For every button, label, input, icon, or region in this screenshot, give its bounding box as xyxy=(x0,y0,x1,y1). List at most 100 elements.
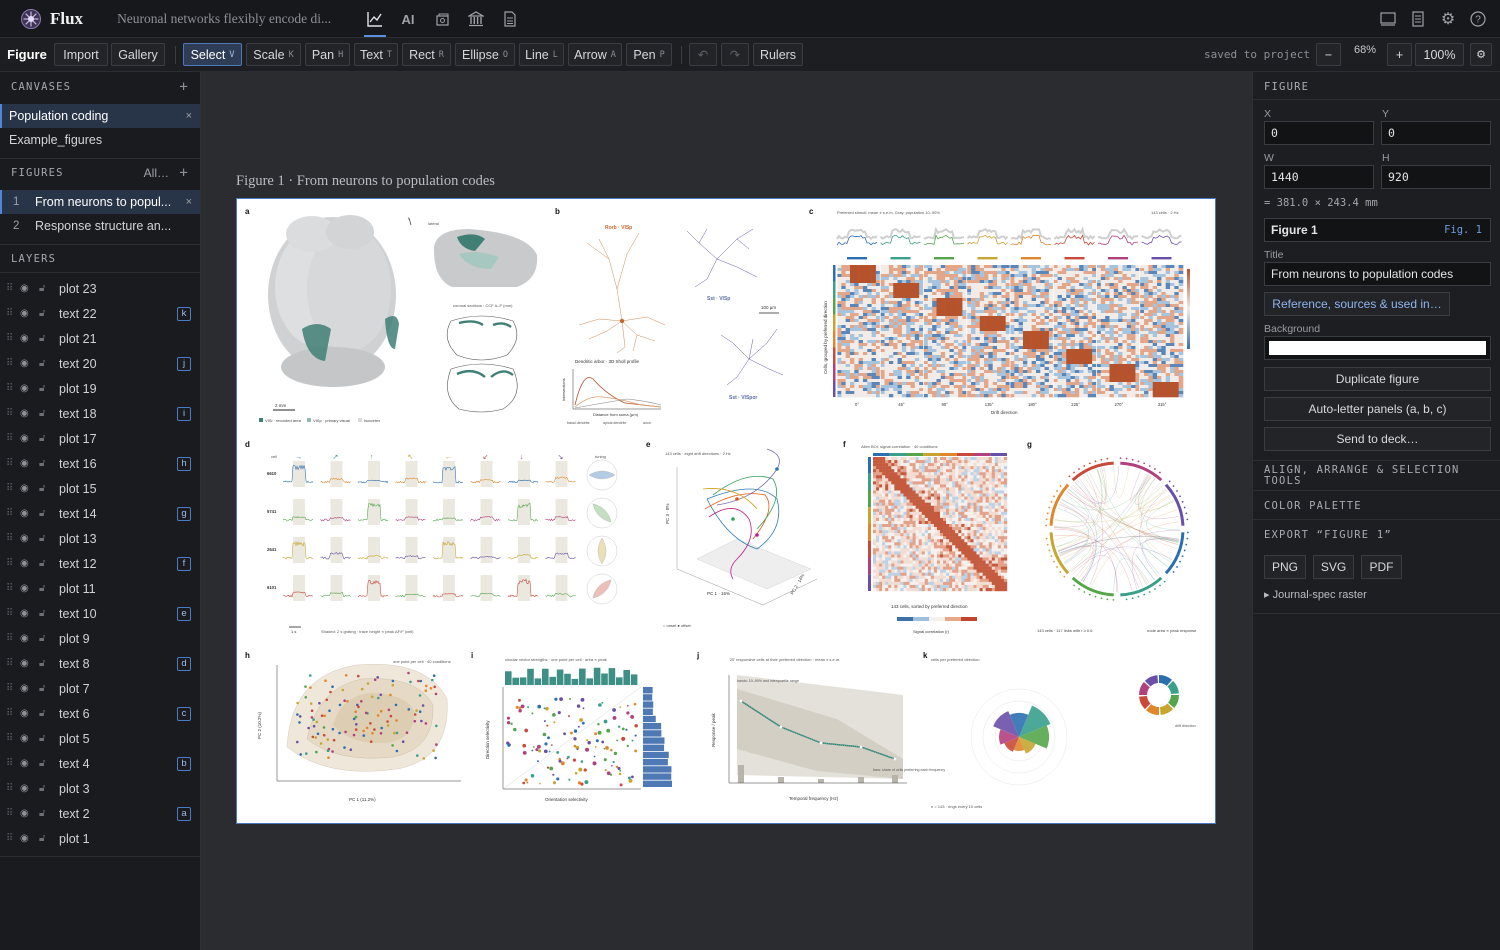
panel-h[interactable]: h one point per cell · 40 conditions PC … xyxy=(245,651,461,802)
figure-name-field[interactable]: Figure 1 Fig. 1 xyxy=(1264,218,1491,242)
lock-icon[interactable]: 🔓︎ xyxy=(39,533,51,544)
y-field[interactable]: 0 xyxy=(1381,121,1491,145)
layer-row[interactable]: ⠿ ◉ 🔓︎ text 14 g xyxy=(0,501,200,526)
drag-handle-icon[interactable]: ⠿ xyxy=(6,433,13,444)
ai-icon[interactable]: AI xyxy=(397,8,419,30)
lock-icon[interactable]: 🔓︎ xyxy=(39,783,51,794)
figures-filter[interactable]: All… xyxy=(144,166,169,180)
layer-row[interactable]: ⠿ ◉ 🔓︎ plot 23 xyxy=(0,276,200,301)
canvas-item-example-figures[interactable]: Example_figures xyxy=(0,128,200,152)
drag-handle-icon[interactable]: ⠿ xyxy=(6,708,13,719)
tool-ellipse-button[interactable]: Ellipse O xyxy=(455,43,515,66)
tool-pan-button[interactable]: Pan H xyxy=(305,43,350,66)
lock-icon[interactable]: 🔓︎ xyxy=(39,458,51,469)
lock-icon[interactable]: 🔓︎ xyxy=(39,558,51,569)
panel-c[interactable]: c Preferred stimuli: mean ± s.e.m. Gray:… xyxy=(809,207,1190,415)
panel-icon[interactable] xyxy=(1377,8,1399,30)
layer-row[interactable]: ⠿ ◉ 🔓︎ plot 15 xyxy=(0,476,200,501)
layer-row[interactable]: ⠿ ◉ 🔓︎ plot 7 xyxy=(0,676,200,701)
panel-e[interactable]: e 143 cells · eight drift directions · 2… xyxy=(646,440,818,628)
drag-handle-icon[interactable]: ⠿ xyxy=(6,358,13,369)
eye-icon[interactable]: ◉ xyxy=(20,658,34,669)
drag-handle-icon[interactable]: ⠿ xyxy=(6,733,13,744)
mode-gallery-tab[interactable]: Gallery xyxy=(111,43,165,66)
layer-row[interactable]: ⠿ ◉ 🔓︎ text 2 a xyxy=(0,801,200,826)
tool-scale-button[interactable]: Scale K xyxy=(246,43,301,66)
lock-icon[interactable]: 🔓︎ xyxy=(39,758,51,769)
layer-row[interactable]: ⠿ ◉ 🔓︎ plot 3 xyxy=(0,776,200,801)
settings-icon[interactable]: ⚙ xyxy=(1470,43,1492,66)
eye-icon[interactable]: ◉ xyxy=(20,308,34,319)
layer-row[interactable]: ⠿ ◉ 🔓︎ plot 19 xyxy=(0,376,200,401)
drag-handle-icon[interactable]: ⠿ xyxy=(6,808,13,819)
library-icon[interactable] xyxy=(465,8,487,30)
eye-icon[interactable]: ◉ xyxy=(20,683,34,694)
lock-icon[interactable]: 🔓︎ xyxy=(39,808,51,819)
layer-row[interactable]: ⠿ ◉ 🔓︎ plot 21 xyxy=(0,326,200,351)
panel-i[interactable]: i circular vector strengths · one point … xyxy=(471,651,672,802)
tool-pen-button[interactable]: Pen P xyxy=(626,43,672,66)
drag-handle-icon[interactable]: ⠿ xyxy=(6,608,13,619)
drag-handle-icon[interactable]: ⠿ xyxy=(6,758,13,769)
export-png-button[interactable]: PNG xyxy=(1264,555,1306,579)
eye-icon[interactable]: ◉ xyxy=(20,758,34,769)
figure-artboard[interactable]: a 2 mm VISl · recorded area VISp · prima… xyxy=(236,198,1216,824)
eye-icon[interactable]: ◉ xyxy=(20,608,34,619)
gallery-icon[interactable] xyxy=(431,8,453,30)
lock-icon[interactable]: 🔓︎ xyxy=(39,283,51,294)
layer-row[interactable]: ⠿ ◉ 🔓︎ plot 11 xyxy=(0,576,200,601)
panel-b[interactable]: b Rorb · VISp Sst · VISp 100 μm Sst · VI… xyxy=(555,207,784,425)
eye-icon[interactable]: ◉ xyxy=(20,433,34,444)
lock-icon[interactable]: 🔓︎ xyxy=(39,383,51,394)
send-to-deck-button[interactable]: Send to deck… xyxy=(1264,427,1491,451)
drag-handle-icon[interactable]: ⠿ xyxy=(6,408,13,419)
eye-icon[interactable]: ◉ xyxy=(20,458,34,469)
panel-k[interactable]: k cells per preferred direction drift di… xyxy=(923,651,1196,809)
eye-icon[interactable]: ◉ xyxy=(20,408,34,419)
document-icon[interactable] xyxy=(499,8,521,30)
panel-j[interactable]: j '20' responsive cells at their preferr… xyxy=(696,651,945,801)
undo-button[interactable]: ↶ xyxy=(689,43,717,66)
lock-icon[interactable]: 🔓︎ xyxy=(39,358,51,369)
help-icon[interactable]: ? xyxy=(1467,8,1489,30)
reference-sources-button[interactable]: Reference, sources & used in… xyxy=(1264,292,1450,316)
layer-row[interactable]: ⠿ ◉ 🔓︎ text 16 h xyxy=(0,451,200,476)
drag-handle-icon[interactable]: ⠿ xyxy=(6,383,13,394)
tool-arrow-button[interactable]: Arrow A xyxy=(568,43,622,66)
layer-row[interactable]: ⠿ ◉ 🔓︎ plot 9 xyxy=(0,626,200,651)
canvas-area[interactable]: Figure 1 · From neurons to population co… xyxy=(202,72,1252,950)
eye-icon[interactable]: ◉ xyxy=(20,358,34,369)
drag-handle-icon[interactable]: ⠿ xyxy=(6,583,13,594)
add-canvas-button[interactable]: + xyxy=(179,79,189,95)
eye-icon[interactable]: ◉ xyxy=(20,558,34,569)
layer-row[interactable]: ⠿ ◉ 🔓︎ plot 13 xyxy=(0,526,200,551)
figure-item-2[interactable]: 2 Response structure an... xyxy=(0,214,200,238)
notes-icon[interactable] xyxy=(1407,8,1429,30)
tool-text-button[interactable]: Text T xyxy=(354,43,398,66)
drag-handle-icon[interactable]: ⠿ xyxy=(6,483,13,494)
layer-row[interactable]: ⠿ ◉ 🔓︎ text 10 e xyxy=(0,601,200,626)
title-field[interactable]: From neurons to population codes xyxy=(1264,262,1491,286)
lock-icon[interactable]: 🔓︎ xyxy=(39,683,51,694)
layer-row[interactable]: ⠿ ◉ 🔓︎ text 18 i xyxy=(0,401,200,426)
panel-g[interactable]: g 143 cells · 117 links with r ≥ 0.6 nod… xyxy=(1027,440,1197,633)
drag-handle-icon[interactable]: ⠿ xyxy=(6,458,13,469)
eye-icon[interactable]: ◉ xyxy=(20,633,34,644)
drag-handle-icon[interactable]: ⠿ xyxy=(6,508,13,519)
layer-row[interactable]: ⠿ ◉ 🔓︎ plot 17 xyxy=(0,426,200,451)
lock-icon[interactable]: 🔓︎ xyxy=(39,633,51,644)
tool-rect-button[interactable]: Rect R xyxy=(402,43,451,66)
lock-icon[interactable]: 🔓︎ xyxy=(39,833,51,844)
lock-icon[interactable]: 🔓︎ xyxy=(39,508,51,519)
lock-icon[interactable]: 🔓︎ xyxy=(39,408,51,419)
eye-icon[interactable]: ◉ xyxy=(20,283,34,294)
eye-icon[interactable]: ◉ xyxy=(20,733,34,744)
eye-icon[interactable]: ◉ xyxy=(20,333,34,344)
lock-icon[interactable]: 🔓︎ xyxy=(39,583,51,594)
eye-icon[interactable]: ◉ xyxy=(20,808,34,819)
eye-icon[interactable]: ◉ xyxy=(20,533,34,544)
auto-letter-panels-button[interactable]: Auto-letter panels (a, b, c) xyxy=(1264,397,1491,421)
panel-f[interactable]: f Allen BOI: signal correlation · 40 con… xyxy=(843,440,1008,634)
layer-row[interactable]: ⠿ ◉ 🔓︎ text 8 d xyxy=(0,651,200,676)
background-color-field[interactable] xyxy=(1264,336,1491,360)
